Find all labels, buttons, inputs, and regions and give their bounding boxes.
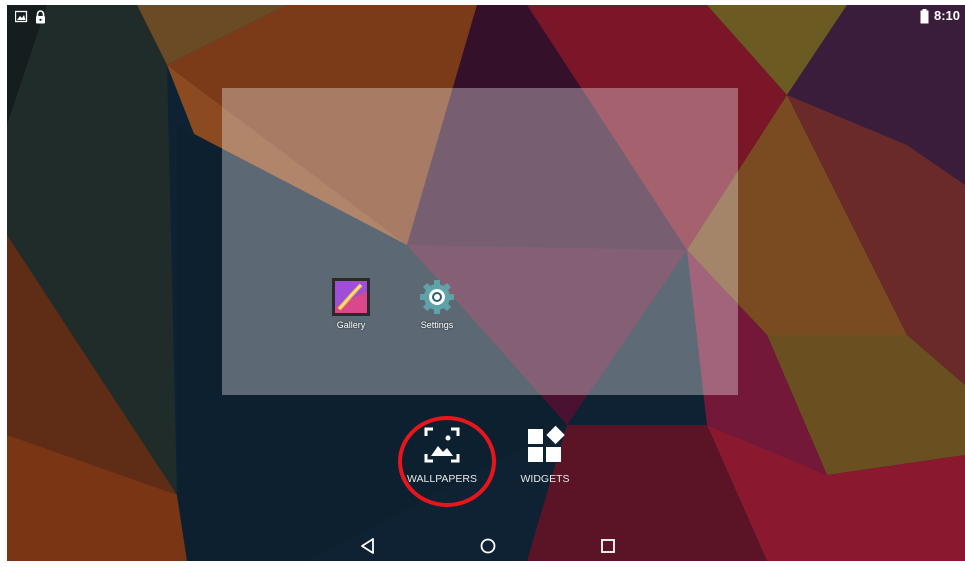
back-icon	[361, 538, 374, 554]
app-gallery-label: Gallery	[336, 320, 366, 330]
wallpapers-button[interactable]: WALLPAPERS	[397, 425, 487, 485]
app-settings[interactable]: Settings	[407, 277, 467, 330]
back-button[interactable]	[348, 531, 388, 561]
app-gallery[interactable]: Gallery	[321, 277, 381, 330]
home-icon	[480, 538, 496, 554]
status-clock: 8:10	[933, 8, 960, 23]
battery-icon	[920, 8, 929, 23]
recents-button[interactable]	[588, 531, 628, 561]
widgets-label: WIDGETS	[520, 473, 570, 485]
screenshot-notification-icon	[14, 10, 28, 23]
lock-icon	[36, 10, 45, 24]
home-screen-preview[interactable]	[222, 88, 738, 395]
wallpaper-icon	[424, 427, 460, 463]
status-icons	[14, 10, 45, 24]
home-button[interactable]	[468, 531, 508, 561]
wallpapers-label: WALLPAPERS	[406, 473, 478, 485]
device-screen: 8:10 Gallery Settings WALLPAPERS WIDGETS	[7, 5, 965, 561]
gallery-icon	[332, 278, 370, 316]
recents-icon	[601, 539, 615, 553]
widgets-button[interactable]: WIDGETS	[500, 425, 590, 485]
navigation-bar	[7, 525, 965, 561]
app-settings-label: Settings	[420, 320, 454, 330]
widgets-icon	[528, 425, 565, 462]
status-bar-right: 8:10	[920, 8, 960, 24]
gear-icon	[420, 280, 454, 314]
status-bar-left	[14, 9, 51, 28]
status-bar: 8:10	[7, 5, 965, 29]
